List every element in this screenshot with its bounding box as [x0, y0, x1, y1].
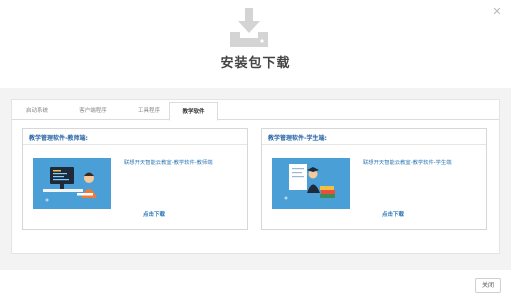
card-divider [262, 144, 486, 145]
card-title: 教学管理软件-教师端: [29, 135, 88, 142]
dialog-title: 安装包下载 [220, 56, 291, 71]
dialog-body: 启动系统 客户端程序 工具程序 教学软件 教学管理软件-教师端: 联想开天智能云… [0, 88, 511, 270]
tab-boot-system[interactable]: 启动系统 [12, 102, 62, 121]
tab-panel: 启动系统 客户端程序 工具程序 教学软件 教学管理软件-教师端: 联想开天智能云… [11, 99, 500, 254]
teacher-software-card: 教学管理软件-教师端: 联想开天智能云教室-教学软件-教师端 点击下载 [22, 128, 248, 230]
download-link[interactable]: 点击下载 [382, 210, 404, 218]
tab-teaching-software[interactable]: 教学软件 [169, 102, 218, 121]
dialog-header: 安装包下载 [0, 0, 511, 88]
student-illustration [272, 158, 350, 209]
card-description[interactable]: 联想开天智能云教室-教学软件-学生端 [363, 159, 479, 168]
download-icon [230, 8, 268, 47]
card-description[interactable]: 联想开天智能云教室-教学软件-教师端 [124, 159, 240, 168]
close-button[interactable]: 关闭 [475, 278, 501, 293]
student-software-card: 教学管理软件-学生端: 联想开天智能云教室-教学软件-学生端 点击下载 [261, 128, 487, 230]
dialog-footer: 关闭 [0, 270, 511, 300]
tab-tool-program[interactable]: 工具程序 [124, 102, 174, 121]
tab-bar: 启动系统 客户端程序 工具程序 教学软件 [12, 100, 499, 121]
teacher-illustration [33, 158, 111, 209]
card-divider [23, 144, 247, 145]
download-link[interactable]: 点击下载 [143, 210, 165, 218]
card-title: 教学管理软件-学生端: [268, 135, 327, 142]
tab-client-program[interactable]: 客户端程序 [64, 102, 122, 121]
